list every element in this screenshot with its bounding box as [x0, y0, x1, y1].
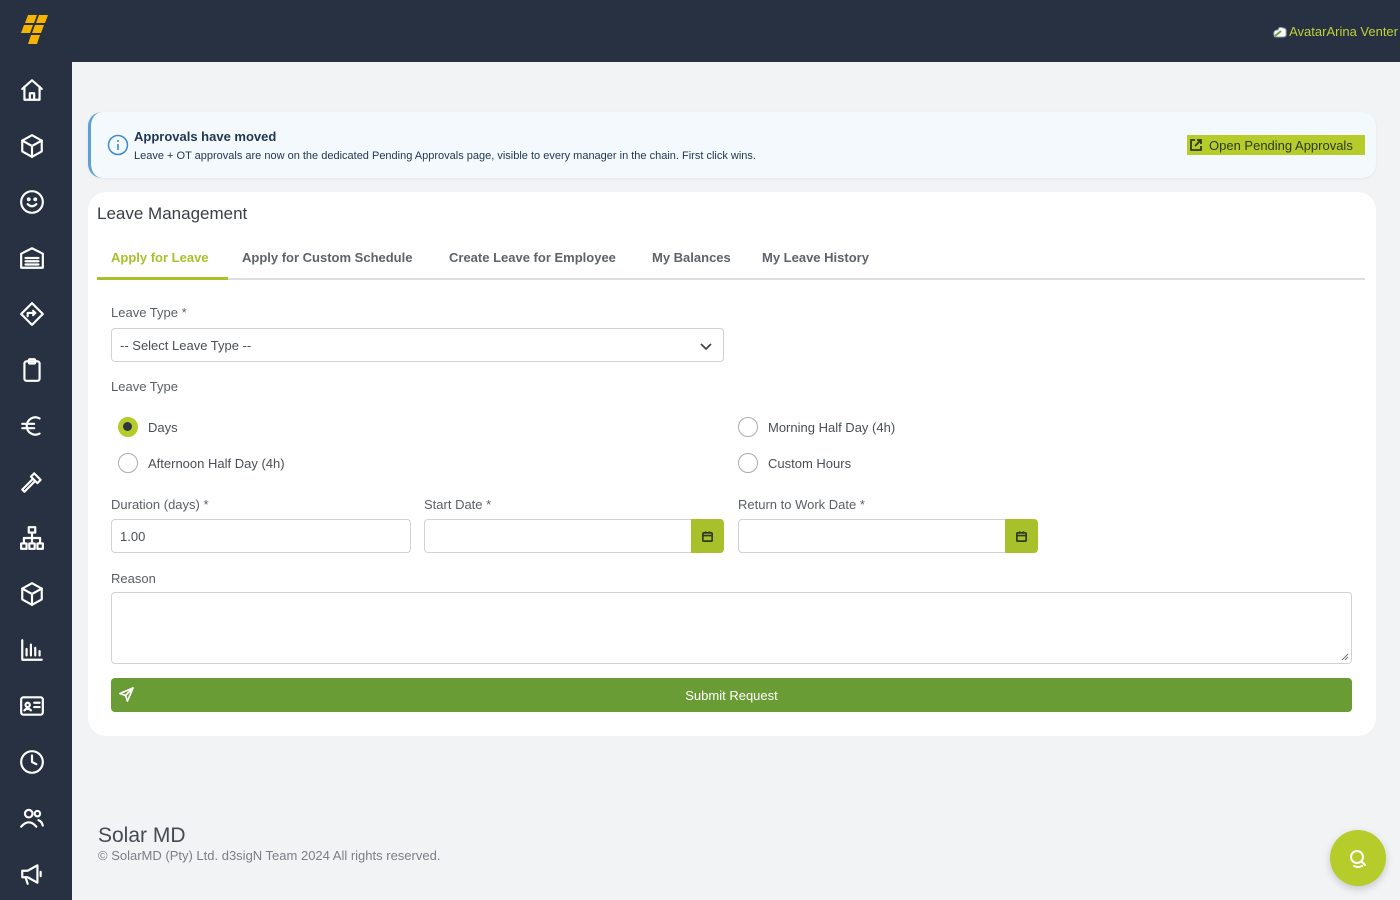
radio-custom-hours[interactable]: Custom Hours: [738, 453, 851, 473]
return-date-calendar-button[interactable]: [1005, 519, 1038, 553]
user-name: AvatarArina Venter: [1289, 24, 1398, 39]
clock-icon[interactable]: [18, 748, 46, 776]
radio-button[interactable]: [118, 453, 138, 473]
radio-morning-half-day[interactable]: Morning Half Day (4h): [738, 417, 895, 437]
bar-chart-icon[interactable]: [18, 636, 46, 664]
radio-label: Afternoon Half Day (4h): [148, 455, 285, 471]
tab-bar: Apply for Leave Apply for Custom Schedul…: [97, 238, 1365, 280]
home-icon[interactable]: [18, 76, 46, 104]
chevron-down-icon: [699, 339, 713, 353]
submit-request-label: Submit Request: [685, 687, 778, 703]
tab-create-leave-for-employee[interactable]: Create Leave for Employee: [449, 250, 616, 265]
chat-icon: [1350, 850, 1366, 868]
package-icon[interactable]: [18, 580, 46, 608]
leave-type-label: Leave Type *: [111, 305, 187, 320]
id-card-icon[interactable]: [18, 692, 46, 720]
return-date-field[interactable]: [738, 519, 1038, 553]
radio-button[interactable]: [118, 417, 138, 437]
users-icon[interactable]: [18, 804, 46, 832]
banner-title: Approvals have moved: [134, 129, 277, 144]
radio-label: Custom Hours: [768, 455, 852, 471]
avatar: [1272, 25, 1288, 39]
tab-my-leave-history[interactable]: My Leave History: [762, 250, 869, 265]
start-date-field[interactable]: [424, 519, 724, 553]
clipboard-icon[interactable]: [18, 356, 46, 384]
tab-my-balances[interactable]: My Balances: [652, 250, 731, 265]
calendar-icon: [702, 530, 713, 542]
top-bar: AvatarArina Venter: [0, 0, 1400, 62]
radio-days[interactable]: Days: [118, 417, 178, 437]
solar-md-logo[interactable]: [18, 14, 54, 46]
external-link-icon: [1190, 139, 1202, 151]
tab-apply-for-leave[interactable]: Apply for Leave: [111, 250, 209, 265]
start-date-label: Start Date *: [424, 497, 492, 512]
active-tab-indicator: [97, 277, 228, 280]
leave-type-select[interactable]: -- Select Leave Type --: [111, 328, 724, 362]
box-icon[interactable]: [18, 132, 46, 160]
user-menu[interactable]: AvatarArina Venter: [1272, 24, 1398, 39]
banner-text: Leave + OT approvals are now on the dedi…: [134, 150, 756, 162]
footer-copyright: © SolarMD (Pty) Ltd. d3sigN Team 2024 Al…: [98, 848, 441, 863]
hammer-icon[interactable]: [18, 468, 46, 496]
leave-kind-label: Leave Type: [111, 379, 178, 394]
radio-label: Morning Half Day (4h): [768, 419, 896, 435]
page-title: Leave Management: [97, 204, 248, 223]
leave-management-card: Leave Management Apply for Leave Apply f…: [88, 192, 1376, 736]
warehouse-icon[interactable]: [18, 244, 46, 272]
start-date-calendar-button[interactable]: [691, 519, 724, 553]
org-chart-icon[interactable]: [18, 524, 46, 552]
submit-request-button[interactable]: Submit Request: [111, 678, 1352, 712]
duration-label: Duration (days) *: [111, 497, 209, 512]
info-icon: [107, 134, 129, 156]
sidebar: [0, 62, 72, 900]
tab-apply-for-custom-schedule[interactable]: Apply for Custom Schedule: [242, 250, 412, 265]
radio-label: Days: [148, 419, 178, 435]
euro-icon[interactable]: [18, 412, 46, 440]
radio-button[interactable]: [738, 417, 758, 437]
open-pending-approvals-button[interactable]: Open Pending Approvals: [1187, 135, 1365, 155]
smiley-icon[interactable]: [18, 188, 46, 216]
footer-brand: Solar MD: [98, 824, 186, 847]
reason-label: Reason: [111, 571, 156, 586]
open-pending-approvals-label: Open Pending Approvals: [1209, 137, 1353, 153]
chat-support-button[interactable]: [1330, 830, 1386, 886]
calendar-icon: [1016, 530, 1027, 542]
duration-value: 1.00: [120, 529, 146, 544]
megaphone-icon[interactable]: [18, 860, 46, 888]
resize-grip-icon[interactable]: [1341, 653, 1349, 661]
return-date-label: Return to Work Date *: [738, 497, 865, 512]
reason-textarea[interactable]: [111, 592, 1352, 664]
duration-field[interactable]: 1.00: [111, 519, 411, 553]
send-icon: [119, 687, 134, 702]
leave-type-selected-value: -- Select Leave Type --: [120, 338, 252, 353]
radio-button[interactable]: [738, 453, 758, 473]
radio-afternoon-half-day[interactable]: Afternoon Half Day (4h): [118, 453, 285, 473]
approvals-moved-banner: Approvals have moved Leave + OT approval…: [88, 112, 1376, 178]
directions-icon[interactable]: [18, 300, 46, 328]
